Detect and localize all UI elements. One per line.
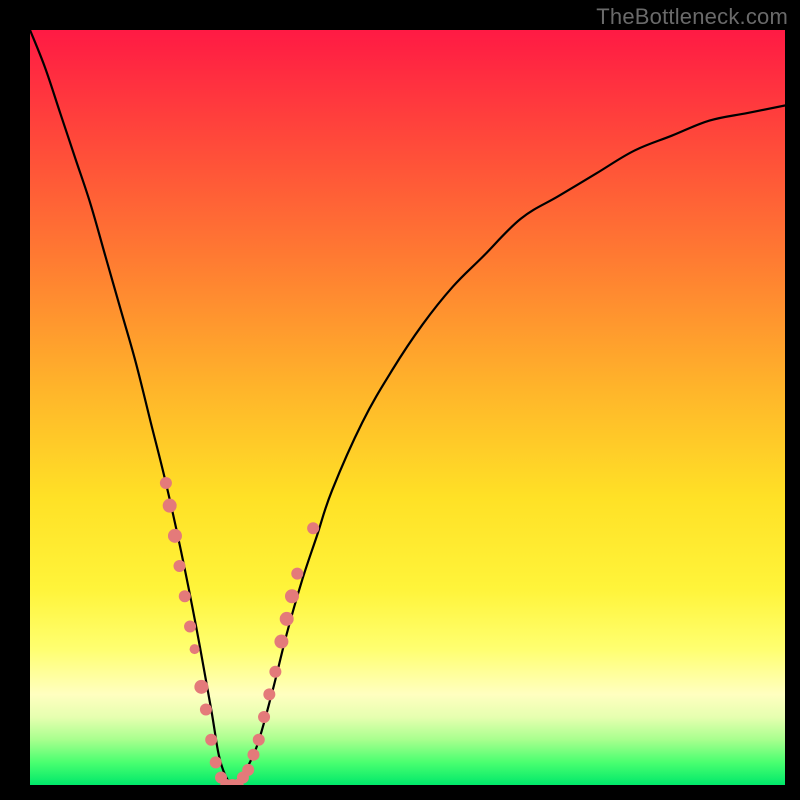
scatter-point (280, 612, 294, 626)
scatter-point (163, 499, 177, 513)
chart-svg (30, 30, 785, 785)
scatter-point (247, 749, 259, 761)
scatter-point (160, 477, 172, 489)
scatter-point (269, 666, 281, 678)
scatter-point (274, 635, 288, 649)
scatter-point (184, 620, 196, 632)
scatter-point (291, 568, 303, 580)
watermark-text: TheBottleneck.com (596, 4, 788, 30)
scatter-point (307, 522, 319, 534)
scatter-point (263, 688, 275, 700)
scatter-point (179, 590, 191, 602)
bottleneck-curve-path (30, 30, 785, 785)
scatter-point (258, 711, 270, 723)
chart-frame: TheBottleneck.com (0, 0, 800, 800)
scatter-point (194, 680, 208, 694)
scatter-point (285, 589, 299, 603)
scatter-point (242, 764, 254, 776)
scatter-point (168, 529, 182, 543)
scatter-point (205, 734, 217, 746)
scatter-point (253, 734, 265, 746)
scatter-point (200, 704, 212, 716)
scatter-group (160, 477, 319, 785)
scatter-point (173, 560, 185, 572)
scatter-point (190, 644, 200, 654)
scatter-point (210, 756, 222, 768)
plot-area (30, 30, 785, 785)
